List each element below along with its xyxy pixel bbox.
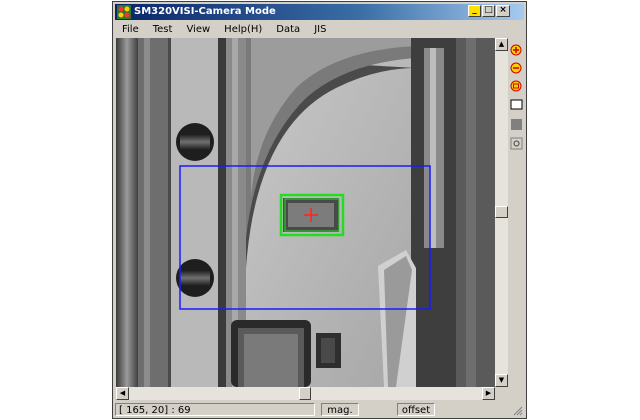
- window-title: SM320VISI-Camera Mode: [134, 6, 276, 17]
- status-mode: mag.: [321, 403, 359, 416]
- resize-grip-icon[interactable]: [513, 406, 523, 416]
- menu-help[interactable]: Help(H): [217, 24, 269, 35]
- scroll-left-button[interactable]: ◀: [116, 387, 129, 400]
- status-offset: offset: [397, 403, 435, 416]
- scroll-left-icon: ◀: [119, 389, 126, 397]
- menu-view[interactable]: View: [179, 24, 217, 35]
- scroll-right-icon: ▶: [485, 389, 492, 397]
- title-bar[interactable]: SM320VISI-Camera Mode _ □ ×: [115, 4, 524, 20]
- close-button[interactable]: ×: [496, 5, 510, 17]
- camera-image: [116, 38, 495, 387]
- fill-icon[interactable]: [510, 118, 523, 131]
- zoom-in-icon[interactable]: [510, 44, 523, 57]
- app-icon: [117, 5, 131, 19]
- scroll-down-button[interactable]: ▼: [495, 374, 508, 387]
- scroll-up-button[interactable]: ▲: [495, 38, 508, 51]
- status-coords: [ 165, 20] : 69: [115, 403, 315, 416]
- zoom-fit-icon[interactable]: [510, 80, 523, 93]
- vertical-scrollbar[interactable]: ▲ ▼: [495, 38, 508, 387]
- scroll-up-icon: ▲: [498, 40, 505, 48]
- app-window: SM320VISI-Camera Mode _ □ × File Test Vi…: [112, 1, 527, 419]
- horizontal-scroll-thumb[interactable]: [299, 387, 311, 400]
- menu-file[interactable]: File: [115, 24, 146, 35]
- status-bar: [ 165, 20] : 69 mag. offset: [115, 402, 524, 417]
- camera-view[interactable]: [116, 38, 495, 387]
- menu-test[interactable]: Test: [146, 24, 180, 35]
- rectangle-icon[interactable]: [510, 98, 523, 111]
- menu-data[interactable]: Data: [269, 24, 307, 35]
- scroll-down-icon: ▼: [498, 376, 505, 384]
- zoom-out-icon[interactable]: [510, 62, 523, 75]
- right-toolbar: [508, 38, 525, 158]
- minimize-button[interactable]: _: [468, 5, 481, 17]
- maximize-icon: □: [484, 5, 493, 15]
- menu-bar: File Test View Help(H) Data JIS: [115, 21, 524, 37]
- menu-jis[interactable]: JIS: [307, 24, 333, 35]
- horizontal-scrollbar[interactable]: ◀ ▶: [116, 387, 495, 400]
- minimize-icon: _: [472, 5, 477, 15]
- scroll-right-button[interactable]: ▶: [482, 387, 495, 400]
- settings-icon[interactable]: [510, 137, 523, 150]
- vertical-scroll-thumb[interactable]: [495, 206, 508, 218]
- maximize-button[interactable]: □: [482, 5, 495, 17]
- close-icon: ×: [499, 5, 507, 15]
